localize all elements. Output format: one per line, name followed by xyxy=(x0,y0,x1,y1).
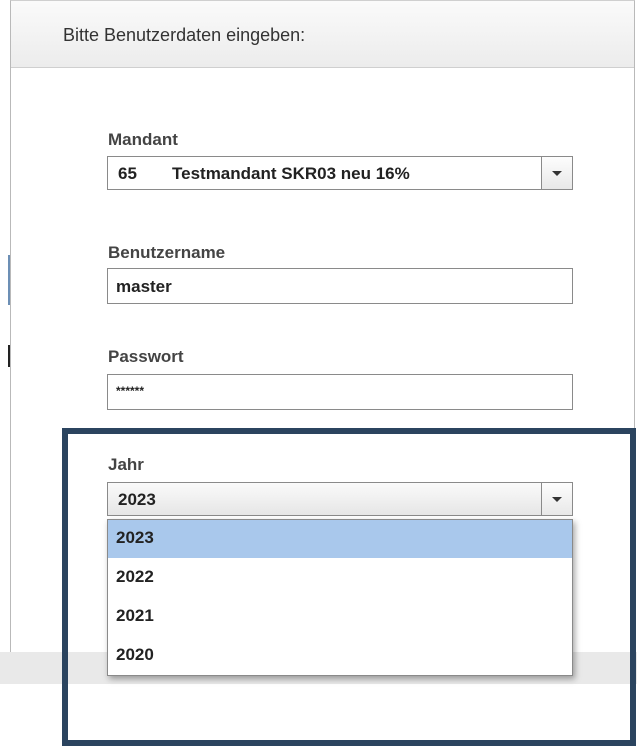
jahr-option[interactable]: 2020 xyxy=(108,637,572,675)
jahr-dropdown-button[interactable] xyxy=(541,483,572,515)
edge-mark xyxy=(8,345,10,367)
benutzername-input[interactable]: master xyxy=(107,268,573,304)
passwort-input[interactable]: ****** xyxy=(107,374,573,410)
jahr-select[interactable]: 2023 xyxy=(107,482,573,516)
jahr-option[interactable]: 2023 xyxy=(108,520,572,558)
mandant-name: Testmandant SKR03 neu 16% xyxy=(172,164,410,183)
jahr-value: 2023 xyxy=(118,490,156,509)
jahr-option[interactable]: 2021 xyxy=(108,598,572,636)
chevron-down-icon xyxy=(552,497,562,502)
mandant-dropdown-button[interactable] xyxy=(541,157,572,189)
chevron-down-icon xyxy=(552,171,562,176)
mandant-select[interactable]: 65 Testmandant SKR03 neu 16% xyxy=(107,156,573,190)
benutzername-label: Benutzername xyxy=(108,243,226,262)
dialog-header: Bitte Benutzerdaten eingeben: xyxy=(11,1,634,68)
benutzername-value: master xyxy=(116,277,172,296)
dialog-title: Bitte Benutzerdaten eingeben: xyxy=(63,25,306,45)
passwort-value: ****** xyxy=(116,384,145,398)
edge-mark xyxy=(8,255,10,305)
jahr-option[interactable]: 2022 xyxy=(108,559,572,597)
mandant-label: Mandant xyxy=(108,130,178,149)
jahr-label: Jahr xyxy=(108,455,144,474)
passwort-label: Passwort xyxy=(108,347,184,366)
jahr-dropdown-list: 2023 2022 2021 2020 xyxy=(107,519,573,676)
mandant-number: 65 xyxy=(118,164,137,183)
